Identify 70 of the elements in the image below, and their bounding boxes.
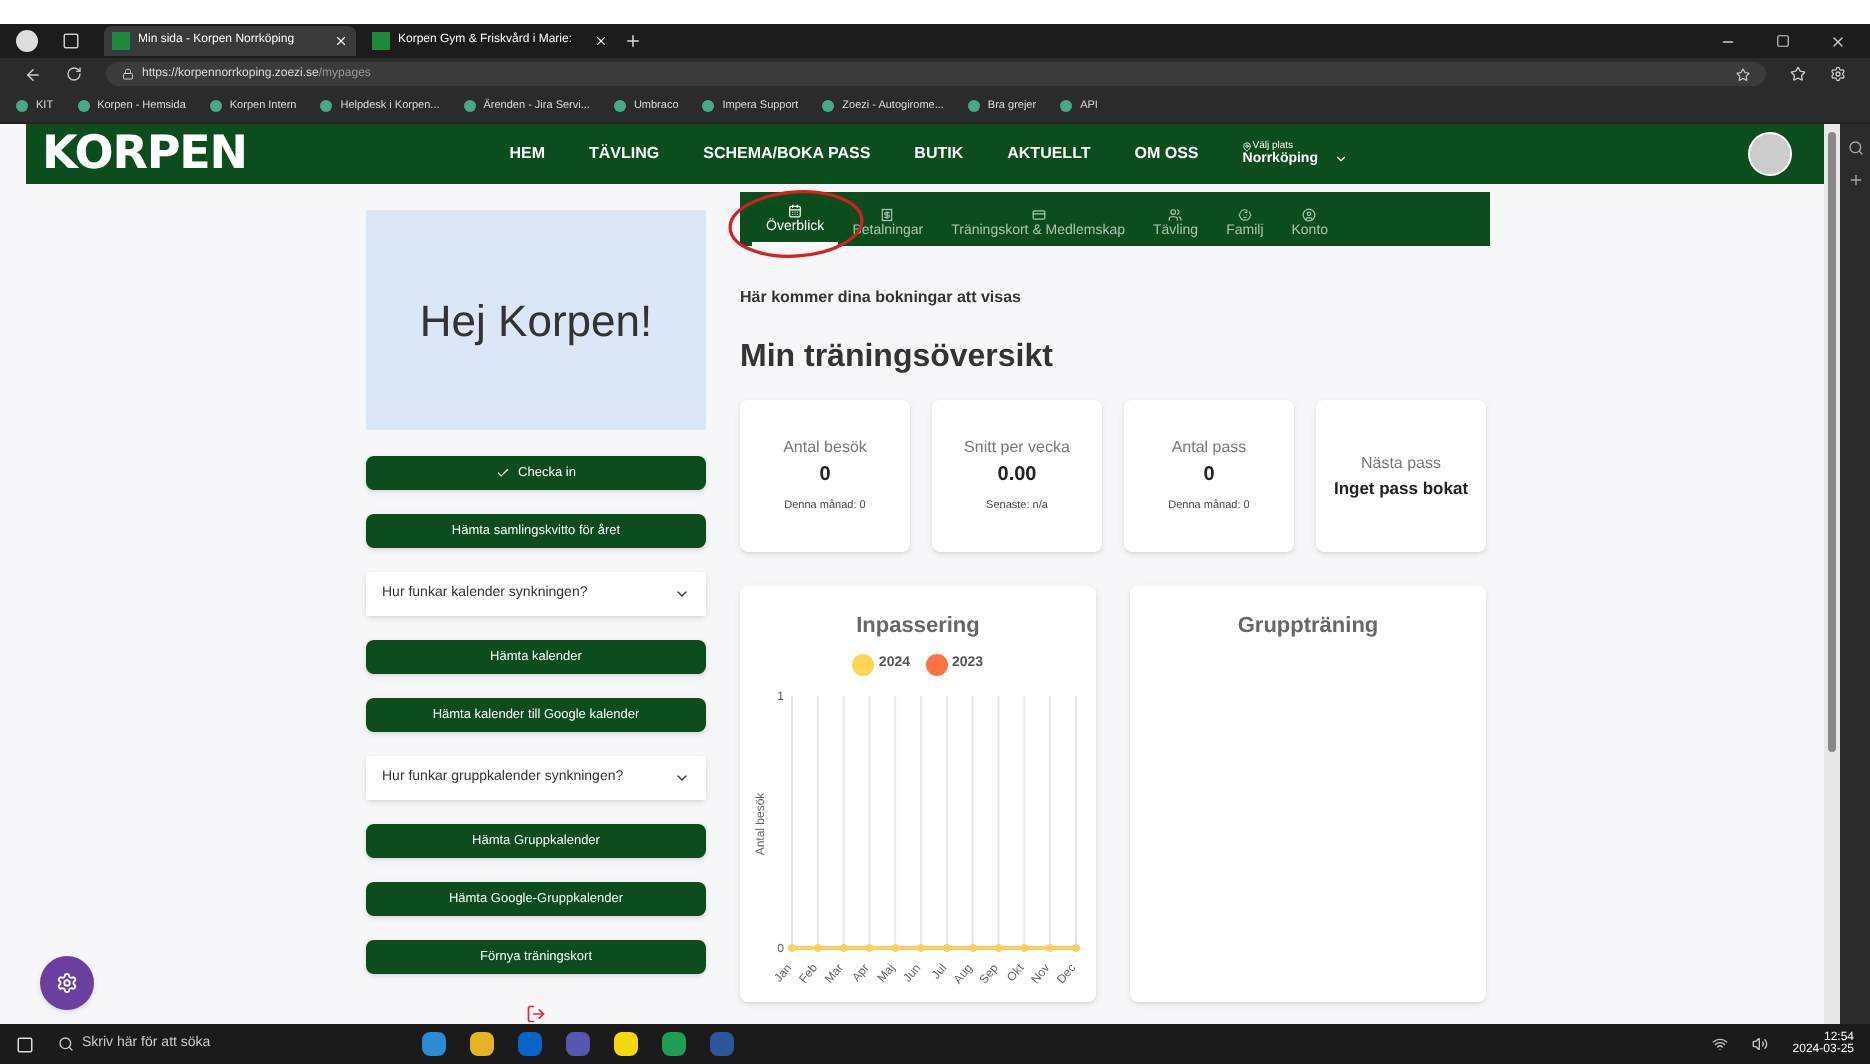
new-tab-icon[interactable] (624, 32, 642, 50)
stat-label: Snitt per vecka (964, 436, 1070, 461)
profile-icon[interactable] (16, 30, 38, 52)
bookmark-icon (1060, 100, 1073, 112)
stat-value: Inget pass bokat (1333, 475, 1469, 501)
restore-icon[interactable] (1776, 34, 1790, 48)
tab-icon (880, 207, 895, 221)
bookmark-icon (16, 100, 28, 112)
lock-icon[interactable] (122, 68, 134, 80)
tab-icon (788, 203, 803, 217)
settings-icon[interactable] (1830, 66, 1846, 82)
stat-value: 0.00 (997, 462, 1037, 491)
stat-value: 0 (819, 462, 831, 491)
bookings-note: Här kommer dina bokningar att visas (740, 286, 1023, 310)
favicon (372, 32, 390, 50)
bookmark-icon (77, 100, 90, 112)
favorites-icon[interactable] (1790, 66, 1806, 82)
bookmark-icon (209, 100, 222, 112)
volume-icon (1752, 1036, 1769, 1052)
check-icon (496, 466, 511, 480)
wifi-icon (1712, 1036, 1729, 1052)
chart-title: Inpassering (856, 612, 980, 642)
favicon (112, 32, 130, 50)
logout-icon[interactable] (526, 1004, 546, 1024)
pin-icon (1242, 142, 1253, 152)
stat-value: 0 (1203, 462, 1215, 491)
close-icon[interactable] (1830, 33, 1846, 49)
greeting-text: Hej Korpen! (419, 293, 653, 350)
stat-label: Antal besök (783, 436, 867, 461)
back-icon[interactable] (24, 65, 42, 83)
bookmark-icon (463, 100, 476, 112)
app-icon[interactable] (662, 1032, 686, 1056)
scrollbar[interactable] (1824, 124, 1840, 1024)
chevron-icon (674, 770, 690, 786)
stat-label: Nästa pass (1360, 451, 1442, 476)
close-tab-icon[interactable] (334, 34, 348, 48)
settings-icon (56, 972, 78, 994)
nav-link[interactable]: HEM (509, 142, 545, 166)
add-icon[interactable] (1847, 172, 1863, 188)
site-logo[interactable]: KORPEN (42, 119, 247, 189)
nav-link[interactable]: BUTIK (914, 142, 964, 166)
nav-link[interactable]: OM OSS (1134, 142, 1199, 166)
tab-icon (1302, 207, 1317, 221)
stat-label: Antal pass (1171, 436, 1247, 461)
star-icon[interactable] (1736, 67, 1750, 81)
overview-heading: Min träningsöversikt (740, 338, 1055, 378)
tab-icon (1168, 207, 1183, 221)
bookmark-icon (967, 100, 980, 112)
user-avatar[interactable] (1748, 132, 1792, 176)
chart-title: Gruppträning (1237, 612, 1379, 642)
close-tab-icon[interactable] (594, 34, 608, 48)
chevron-icon (1334, 152, 1348, 166)
app-icon[interactable] (614, 1032, 638, 1056)
nav-link[interactable]: AKTUELLT (1007, 142, 1091, 166)
bookmark-icon (702, 100, 715, 112)
nav-link[interactable]: TÄVLING (589, 142, 660, 166)
reload-icon[interactable] (66, 66, 82, 82)
chevron-icon (674, 586, 690, 602)
app-icon[interactable] (470, 1032, 494, 1056)
bookmark-icon (320, 100, 333, 112)
search-icon (58, 1036, 74, 1052)
tab-icon (1237, 207, 1252, 221)
settings-button[interactable] (40, 956, 94, 1010)
bookmark-icon (613, 100, 626, 112)
tab-actions-icon[interactable] (62, 32, 80, 50)
start-icon[interactable] (16, 1035, 34, 1053)
tab-icon (1031, 207, 1046, 221)
search-icon[interactable] (1847, 140, 1863, 156)
bookmark-icon (822, 100, 835, 112)
nav-link[interactable]: SCHEMA/BOKA PASS (703, 142, 871, 166)
